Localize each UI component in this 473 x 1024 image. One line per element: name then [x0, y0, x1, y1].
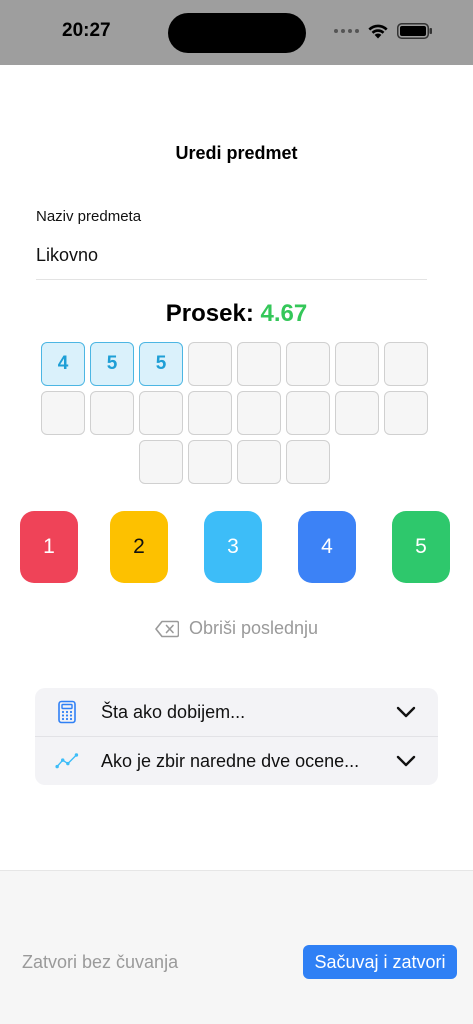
chevron-down-icon — [396, 706, 416, 718]
sheet-title: Uredi predmet — [175, 143, 298, 163]
average-label: Prosek: — [165, 300, 254, 327]
grade-button-2[interactable]: 2 — [110, 511, 168, 583]
grade-cell[interactable] — [139, 440, 183, 484]
grade-cell[interactable] — [188, 440, 232, 484]
grade-cell[interactable] — [237, 391, 281, 435]
grade-cell[interactable] — [335, 342, 379, 386]
subject-name-input[interactable] — [36, 240, 427, 280]
grade-button-3[interactable]: 3 — [204, 511, 262, 583]
save-and-close-button[interactable]: Sačuvaj i zatvori — [303, 945, 457, 979]
close-without-saving-button[interactable]: Zatvori bez čuvanja — [22, 952, 178, 973]
grade-cell[interactable] — [286, 440, 330, 484]
status-bar: 20:27 — [0, 0, 473, 65]
grade-cell[interactable]: 5 — [139, 342, 183, 386]
wifi-icon — [368, 24, 388, 39]
chevron-down-icon — [396, 755, 416, 767]
grade-cell[interactable] — [90, 391, 134, 435]
grade-cell[interactable]: 5 — [90, 342, 134, 386]
grade-button-4[interactable]: 4 — [298, 511, 356, 583]
accordion-item-what-if-grade[interactable]: Šta ako dobijem... — [35, 688, 438, 736]
accordion-item-label: Ako je zbir naredne dve ocene... — [101, 750, 360, 771]
status-time: 20:27 — [62, 20, 111, 41]
grade-cell[interactable] — [237, 342, 281, 386]
grade-cell[interactable] — [139, 391, 183, 435]
delete-last-label: Obriši poslednju — [188, 618, 319, 638]
grade-button-5[interactable]: 5 — [392, 511, 450, 583]
grade-cell[interactable] — [286, 342, 330, 386]
accordion-item-next-two-sum[interactable]: Ako je zbir naredne dve ocene... — [35, 737, 438, 785]
grade-cell[interactable] — [335, 391, 379, 435]
accordion-item-label: Šta ako dobijem... — [101, 701, 246, 722]
grade-cell[interactable] — [188, 342, 232, 386]
grade-cell[interactable] — [384, 391, 428, 435]
dynamic-island — [168, 13, 306, 53]
average-value: 4.67 — [260, 300, 308, 327]
what-if-accordion: Šta ako dobijem... Ako je zbir naredne d… — [35, 688, 438, 785]
cellular-signal-icon — [334, 28, 359, 33]
grade-cell[interactable] — [286, 391, 330, 435]
status-icons — [334, 22, 433, 39]
grade-cell[interactable] — [237, 440, 281, 484]
delete-backspace-icon — [155, 620, 179, 637]
battery-icon — [397, 22, 432, 39]
grade-cell[interactable] — [188, 391, 232, 435]
subject-name-label: Naziv predmeta — [36, 208, 142, 225]
grade-cell[interactable]: 4 — [41, 342, 85, 386]
grade-cell[interactable] — [41, 391, 85, 435]
grade-button-1[interactable]: 1 — [20, 511, 78, 583]
delete-last-button[interactable]: Obriši poslednju — [0, 618, 473, 639]
grade-cell[interactable] — [384, 342, 428, 386]
trend-chart-icon — [55, 753, 79, 769]
calculator-icon — [58, 700, 76, 724]
average-display: Prosek: 4.67 — [0, 300, 473, 328]
